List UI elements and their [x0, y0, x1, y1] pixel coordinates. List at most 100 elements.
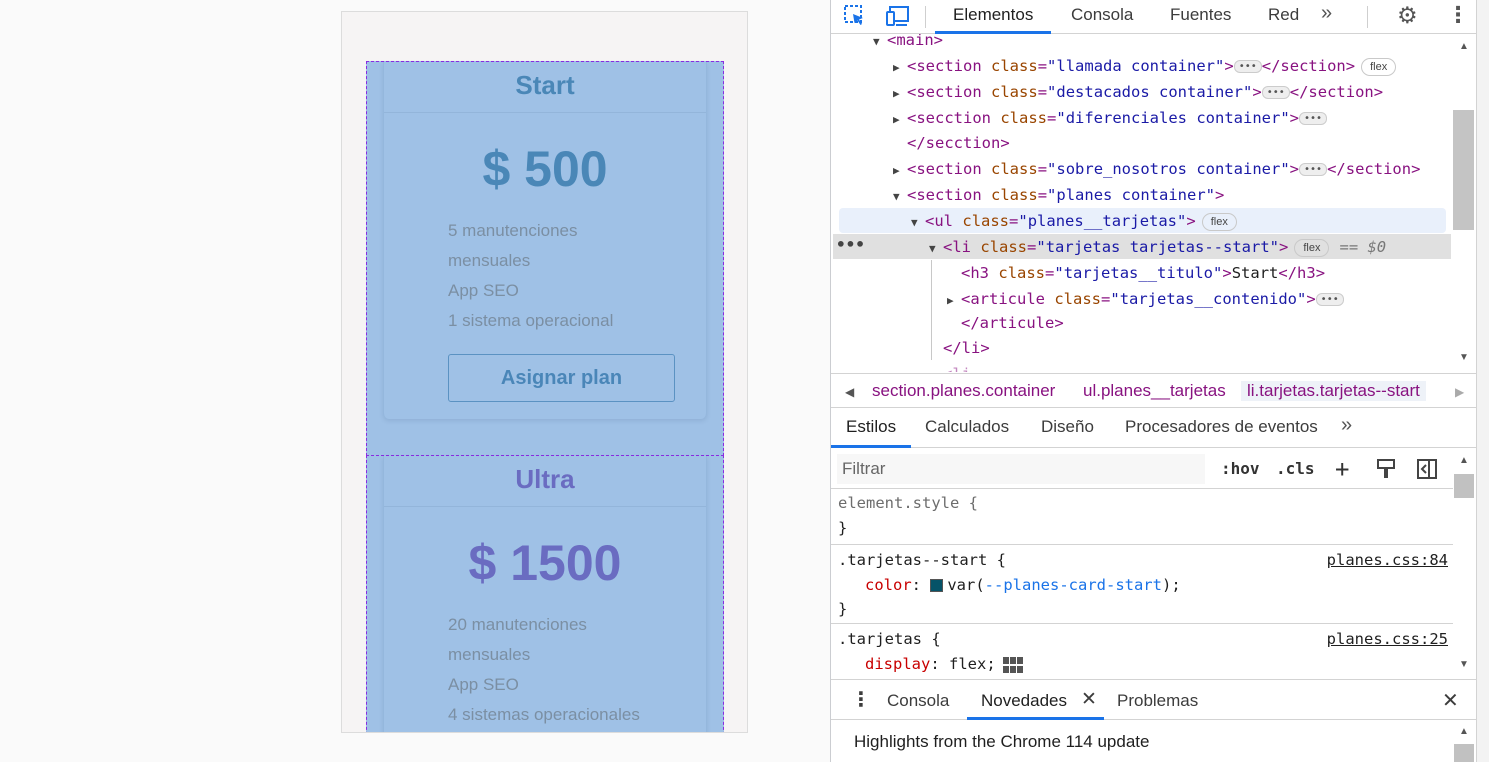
scroll-down-icon[interactable]: ▼	[1459, 659, 1469, 670]
breadcrumb-item[interactable]: section.planes.container	[872, 381, 1055, 401]
drawer-menu-icon[interactable]: ⋮	[851, 687, 871, 712]
expand-arrow-icon[interactable]: ▶	[893, 107, 907, 132]
color-swatch-icon[interactable]	[930, 579, 944, 592]
dom-node-section-llamada[interactable]: ▶ <section class="llamada container"> ••• <…	[893, 54, 1397, 80]
feature-item: App SEO	[448, 281, 519, 300]
close-drawer-icon[interactable]: ✕	[1442, 688, 1459, 713]
scroll-thumb[interactable]	[1454, 474, 1474, 498]
plan-card-start: Start $ 500 5 manutenciones mensuales Ap…	[366, 61, 724, 456]
styles-scrollbar[interactable]: ▲ ▼	[1453, 449, 1476, 679]
paint-brush-icon[interactable]	[1376, 458, 1396, 485]
collapsed-content-icon[interactable]: •••	[1299, 112, 1328, 125]
more-tabs-icon[interactable]: »	[1321, 2, 1332, 25]
feature-item: App SEO	[448, 675, 519, 694]
assign-plan-button[interactable]: Asignar plan	[448, 354, 675, 402]
dom-node-next-li-cutoff: ▶<li	[929, 362, 971, 372]
class-toggle-button[interactable]: .cls	[1276, 459, 1315, 478]
dom-node-articule[interactable]: ▶ <articule class="tarjetas__contenido"> •…	[947, 287, 1344, 312]
rule-selector[interactable]: element.style {	[838, 491, 978, 515]
rule-source-link[interactable]: planes.css:25	[1327, 627, 1448, 651]
indent-guide	[931, 260, 932, 360]
plan-price: $ 500	[482, 141, 608, 197]
rule-declaration[interactable]: color: var(--planes-card-start);	[865, 573, 1181, 597]
dom-node-articule-close[interactable]: </articule>	[961, 311, 1064, 336]
toolbar-separator	[925, 6, 926, 28]
rule-selector[interactable]: .tarjetas {	[838, 627, 941, 651]
tab-layout[interactable]: Diseño	[1041, 417, 1094, 437]
breadcrumb-item-active[interactable]: li.tarjetas.tarjetas--start	[1241, 381, 1426, 401]
feature-item: 20 manutenciones	[448, 615, 587, 634]
more-options-icon[interactable]: ⋮	[1447, 2, 1469, 28]
breadcrumb-right-icon[interactable]: ▶	[1455, 385, 1464, 399]
flex-badge[interactable]: flex	[1201, 212, 1237, 231]
dom-node-main[interactable]: ▼ <main>	[873, 34, 943, 53]
tab-network[interactable]: Red	[1268, 0, 1299, 34]
title-divider	[384, 506, 706, 507]
active-tab-indicator	[831, 445, 911, 448]
collapsed-content-icon[interactable]: •••	[1261, 86, 1290, 99]
dom-node-li-tarjetas-start[interactable]: ▼ <li class="tarjetas tarjetas--start"> fl…	[929, 235, 1386, 260]
tab-computed[interactable]: Calculados	[925, 417, 1009, 437]
feature-item: mensuales	[448, 645, 531, 664]
tab-styles[interactable]: Estilos	[846, 417, 896, 437]
rule-selector[interactable]: .tarjetas--start {	[838, 548, 1006, 572]
dom-node-ul-planes-tarjetas[interactable]: ▼ <ul class="planes__tarjetas"> flex	[911, 209, 1237, 234]
collapsed-content-icon[interactable]: •••	[1315, 293, 1344, 306]
rule-declaration[interactable]: display: flex;	[865, 652, 1024, 676]
whats-new-heading: Highlights from the Chrome 114 update	[854, 732, 1150, 751]
expand-arrow-icon[interactable]: ▶	[893, 81, 907, 106]
flex-badge[interactable]: flex	[1361, 57, 1397, 76]
inspect-element-icon[interactable]	[843, 4, 867, 28]
breadcrumb-item[interactable]: ul.planes__tarjetas	[1083, 381, 1226, 401]
filter-input[interactable]	[837, 454, 1205, 484]
row-actions-icon[interactable]: •••	[836, 235, 865, 254]
collapse-arrow-icon[interactable]: ▼	[873, 34, 887, 54]
tab-console[interactable]: Consola	[1071, 0, 1133, 34]
dom-tree-scrollbar[interactable]: ▲ ▼	[1452, 34, 1476, 372]
drawer-scrollbar[interactable]: ▲	[1453, 720, 1476, 762]
expand-arrow-icon[interactable]: ▶	[947, 288, 961, 313]
device-viewport: Start $ 500 5 manutenciones mensuales Ap…	[341, 11, 748, 733]
feature-item: 5 manutenciones	[448, 221, 578, 240]
scroll-up-icon[interactable]: ▲	[1459, 41, 1469, 52]
flex-badge[interactable]: flex	[1294, 238, 1330, 257]
scroll-down-icon[interactable]: ▼	[1459, 352, 1469, 363]
close-tab-icon[interactable]: ✕	[1081, 688, 1097, 711]
collapse-arrow-icon[interactable]: ▼	[911, 210, 925, 235]
tab-sources[interactable]: Fuentes	[1170, 0, 1231, 34]
drawer-tab-console[interactable]: Consola	[887, 691, 949, 711]
scroll-thumb[interactable]	[1454, 744, 1474, 762]
dom-node-h3-titulo[interactable]: <h3 class="tarjetas__titulo">Start</h3>	[961, 261, 1325, 286]
dom-node-section-destacados[interactable]: ▶ <section class="destacados container"> •…	[893, 80, 1383, 105]
dom-node-section-sobre-nosotros[interactable]: ▶ <section class="sobre_nosotros containe…	[893, 157, 1420, 182]
drawer-tab-whats-new[interactable]: Novedades	[981, 691, 1067, 711]
collapse-arrow-icon[interactable]: ▼	[893, 184, 907, 209]
collapsed-content-icon[interactable]: •••	[1233, 60, 1262, 73]
scroll-thumb[interactable]	[1453, 110, 1474, 230]
dom-node-section-planes[interactable]: ▼ <section class="planes container">	[893, 183, 1224, 208]
device-toolbar-icon[interactable]	[885, 4, 909, 28]
expand-arrow-icon[interactable]: ▶	[893, 55, 907, 80]
dom-node-secction-close[interactable]: </secction>	[907, 131, 1010, 156]
toggle-sidebar-icon[interactable]	[1416, 458, 1438, 485]
drawer-tab-issues[interactable]: Problemas	[1117, 691, 1198, 711]
feature-item: 4 sistemas operacionales	[448, 705, 640, 724]
settings-gear-icon[interactable]: ⚙	[1397, 2, 1418, 29]
dom-node-li-close[interactable]: </li>	[943, 336, 990, 361]
scroll-up-icon[interactable]: ▲	[1459, 455, 1469, 466]
rule-source-link[interactable]: planes.css:84	[1327, 548, 1448, 572]
breadcrumb-left-icon[interactable]: ◀	[845, 385, 854, 399]
devtools-panel: Elementos Consola Fuentes Red » ⚙ ⋮ ••• …	[830, 0, 1489, 762]
tab-elements[interactable]: Elementos	[935, 0, 1052, 34]
expand-arrow-icon[interactable]: ▶	[893, 158, 907, 183]
collapse-arrow-icon[interactable]: ▼	[929, 236, 943, 261]
window-edge	[1476, 0, 1489, 762]
flexbox-editor-icon[interactable]	[1002, 656, 1024, 674]
new-rule-plus-icon[interactable]: +	[1335, 455, 1349, 483]
hover-state-button[interactable]: :hov	[1221, 459, 1260, 478]
collapsed-content-icon[interactable]: •••	[1299, 163, 1328, 176]
scroll-up-icon[interactable]: ▲	[1459, 726, 1469, 737]
more-subtabs-icon[interactable]: »	[1341, 414, 1352, 437]
dom-node-secction-diferenciales[interactable]: ▶ <secction class="diferenciales containe…	[893, 106, 1328, 132]
tab-event-listeners[interactable]: Procesadores de eventos	[1125, 417, 1318, 437]
